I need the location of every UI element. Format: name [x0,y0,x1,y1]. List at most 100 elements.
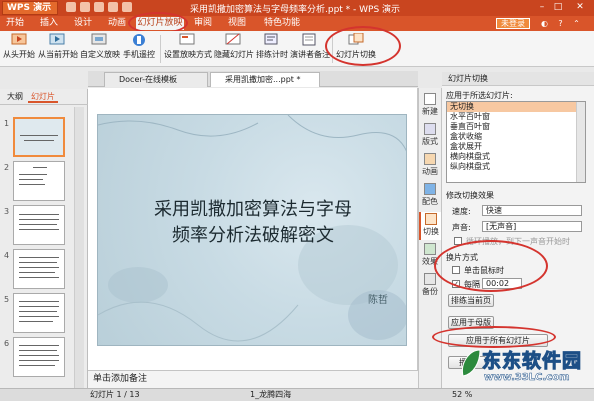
on-click-checkbox[interactable] [452,266,460,274]
minimize-icon[interactable]: – [536,2,548,13]
transition-side-icon [425,213,437,225]
redo-icon[interactable] [122,2,132,12]
rehearse-page-button[interactable]: 排练当前页 [448,294,494,307]
undo-icon[interactable] [108,2,118,12]
slide-thumb-4[interactable] [13,249,65,289]
side-color-button[interactable]: 配色 [419,182,441,210]
transition-list[interactable]: 无切换 水平百叶窗 垂直百叶窗 盒状收缩 盒状展开 横向棋盘式 纵向棋盘式 [446,101,586,183]
transition-option[interactable]: 盒状收缩 [447,132,585,142]
transition-option[interactable]: 纵向棋盘式 [447,162,585,172]
loop-checkbox[interactable] [454,237,462,245]
tab-docer-templates[interactable]: Docer-在线模板 [104,72,208,87]
thumb-text-line [19,316,59,317]
loop-label: 循环播放，到下一声音开始时 [466,237,570,246]
custom-show-button[interactable]: 自定义放映 [80,33,120,65]
tab-outline[interactable]: 大纲 [4,91,26,103]
slide-title[interactable]: 采用凯撒加密算法与字母 频率分析法破解密文 [98,197,406,249]
thumbs-scrollbar[interactable] [74,107,84,397]
menu-insert[interactable]: 插入 [38,17,60,30]
slide-transition-button[interactable]: 幻灯片切换 [336,33,376,65]
setup-show-button[interactable]: 设置放映方式 [164,33,212,65]
tab-slides[interactable]: 幻灯片 [28,91,58,103]
thumb-number: 4 [4,251,10,260]
login-button[interactable]: 未登录 [496,18,530,29]
slides-panel: 大纲 幻灯片 1 2 3 4 5 6 [0,89,88,401]
transition-option[interactable]: 垂直百叶窗 [447,122,585,132]
notes-pane[interactable]: 单击添加备注 [88,370,418,388]
play-current-icon [49,33,65,45]
auto-advance-checkbox[interactable]: ✓ [452,280,460,288]
thumb-text-line [19,262,57,263]
every-time-input[interactable]: 00:02 [482,278,522,289]
menu-features[interactable]: 特色功能 [260,17,304,30]
document-tab-bar: Docer-在线模板 采用凯撒加密...ppt * [88,71,418,87]
skin-icon[interactable]: ◐ [540,19,549,28]
panel-tabs: 大纲 幻灯片 [0,89,88,105]
animation-icon [424,153,436,165]
thumb-text-line [19,219,59,220]
thumb-text-line [19,355,59,356]
menu-review[interactable]: 审阅 [192,17,214,30]
speed-label: 速度: [452,207,471,216]
side-effects-button[interactable]: 效果 [419,242,441,270]
sound-select[interactable]: [无声音] [482,221,582,232]
transition-option[interactable]: 无切换 [447,102,585,112]
effects-icon [424,243,436,255]
slide-thumb-3[interactable] [13,205,65,245]
transition-option[interactable]: 盒状展开 [447,142,585,152]
side-toolbar: 新建 版式 动画 配色 切换 效果 备份 [418,88,442,388]
theme-name: 1_龙腾四海 [250,390,292,399]
sound-label: 声音: [452,223,471,232]
menu-design[interactable]: 设计 [72,17,94,30]
transition-option[interactable]: 横向棋盘式 [447,152,585,162]
help-icon[interactable]: ? [556,19,565,28]
menu-bar: 开始 插入 设计 动画 幻灯片放映 审阅 视图 特色功能 未登录 ◐ ? ⌃ [0,16,594,31]
title-bar: WPS 演示 采用凯撒加密算法与字母频率分析.ppt * - WPS 演示 – … [0,0,594,16]
thumb-text-line [19,321,53,322]
phone-remote-button[interactable]: 手机遥控 [122,33,156,65]
list-scrollbar[interactable] [576,102,585,182]
side-transition-button[interactable]: 切换 [419,212,441,240]
wps-app-button[interactable]: WPS 演示 [2,1,58,15]
thumb-number: 6 [4,339,10,348]
notes-icon [302,33,316,46]
slide-author[interactable]: 陈哲 [368,291,388,306]
open-icon[interactable] [80,2,90,12]
menu-slideshow[interactable]: 幻灯片放映 [136,17,184,30]
transition-option[interactable]: 水平百叶窗 [447,112,585,122]
rehearse-timing-button[interactable]: 排练计时 [256,33,288,65]
thumb-text-line [19,179,43,180]
maximize-icon[interactable]: □ [552,2,564,13]
side-layout-button[interactable]: 版式 [419,122,441,150]
thumb-text-line [19,301,59,302]
side-new-button[interactable]: 新建 [419,92,441,120]
pane-header: 幻灯片切换 [442,72,594,86]
side-backup-button[interactable]: 备份 [419,272,441,300]
from-current-button[interactable]: 从当前开始 [38,33,78,65]
side-animation-button[interactable]: 动画 [419,152,441,180]
tab-current-document[interactable]: 采用凯撒加密...ppt * [210,72,320,87]
menu-animation[interactable]: 动画 [106,17,128,30]
speaker-notes-button[interactable]: 演讲者备注 [290,33,330,65]
menu-view[interactable]: 视图 [226,17,248,30]
play-start-icon [11,33,27,45]
slide-canvas[interactable]: 采用凯撒加密算法与字母 频率分析法破解密文 陈哲 [97,114,407,346]
apply-master-button[interactable]: 应用于母版 [448,316,494,329]
print-icon[interactable] [94,2,104,12]
every-label: 每隔 [464,280,480,289]
save-icon[interactable] [66,2,76,12]
slide-thumb-6[interactable] [13,337,65,377]
slide-thumb-2[interactable] [13,161,65,201]
thumb-text-line [24,140,54,141]
slide-thumb-5[interactable] [13,293,65,333]
close-icon[interactable]: ✕ [574,2,586,13]
slide-thumb-1[interactable] [13,117,65,157]
zoom-level[interactable]: 52 % [452,389,472,401]
menu-start[interactable]: 开始 [4,17,26,30]
palette-icon [424,183,436,195]
collapse-ribbon-icon[interactable]: ⌃ [572,19,581,28]
from-beginning-button[interactable]: 从头开始 [2,33,36,65]
hide-slide-button[interactable]: 隐藏幻灯片 [214,33,254,65]
speed-select[interactable]: 快速 [482,205,582,216]
thumb-text-line [19,272,55,273]
